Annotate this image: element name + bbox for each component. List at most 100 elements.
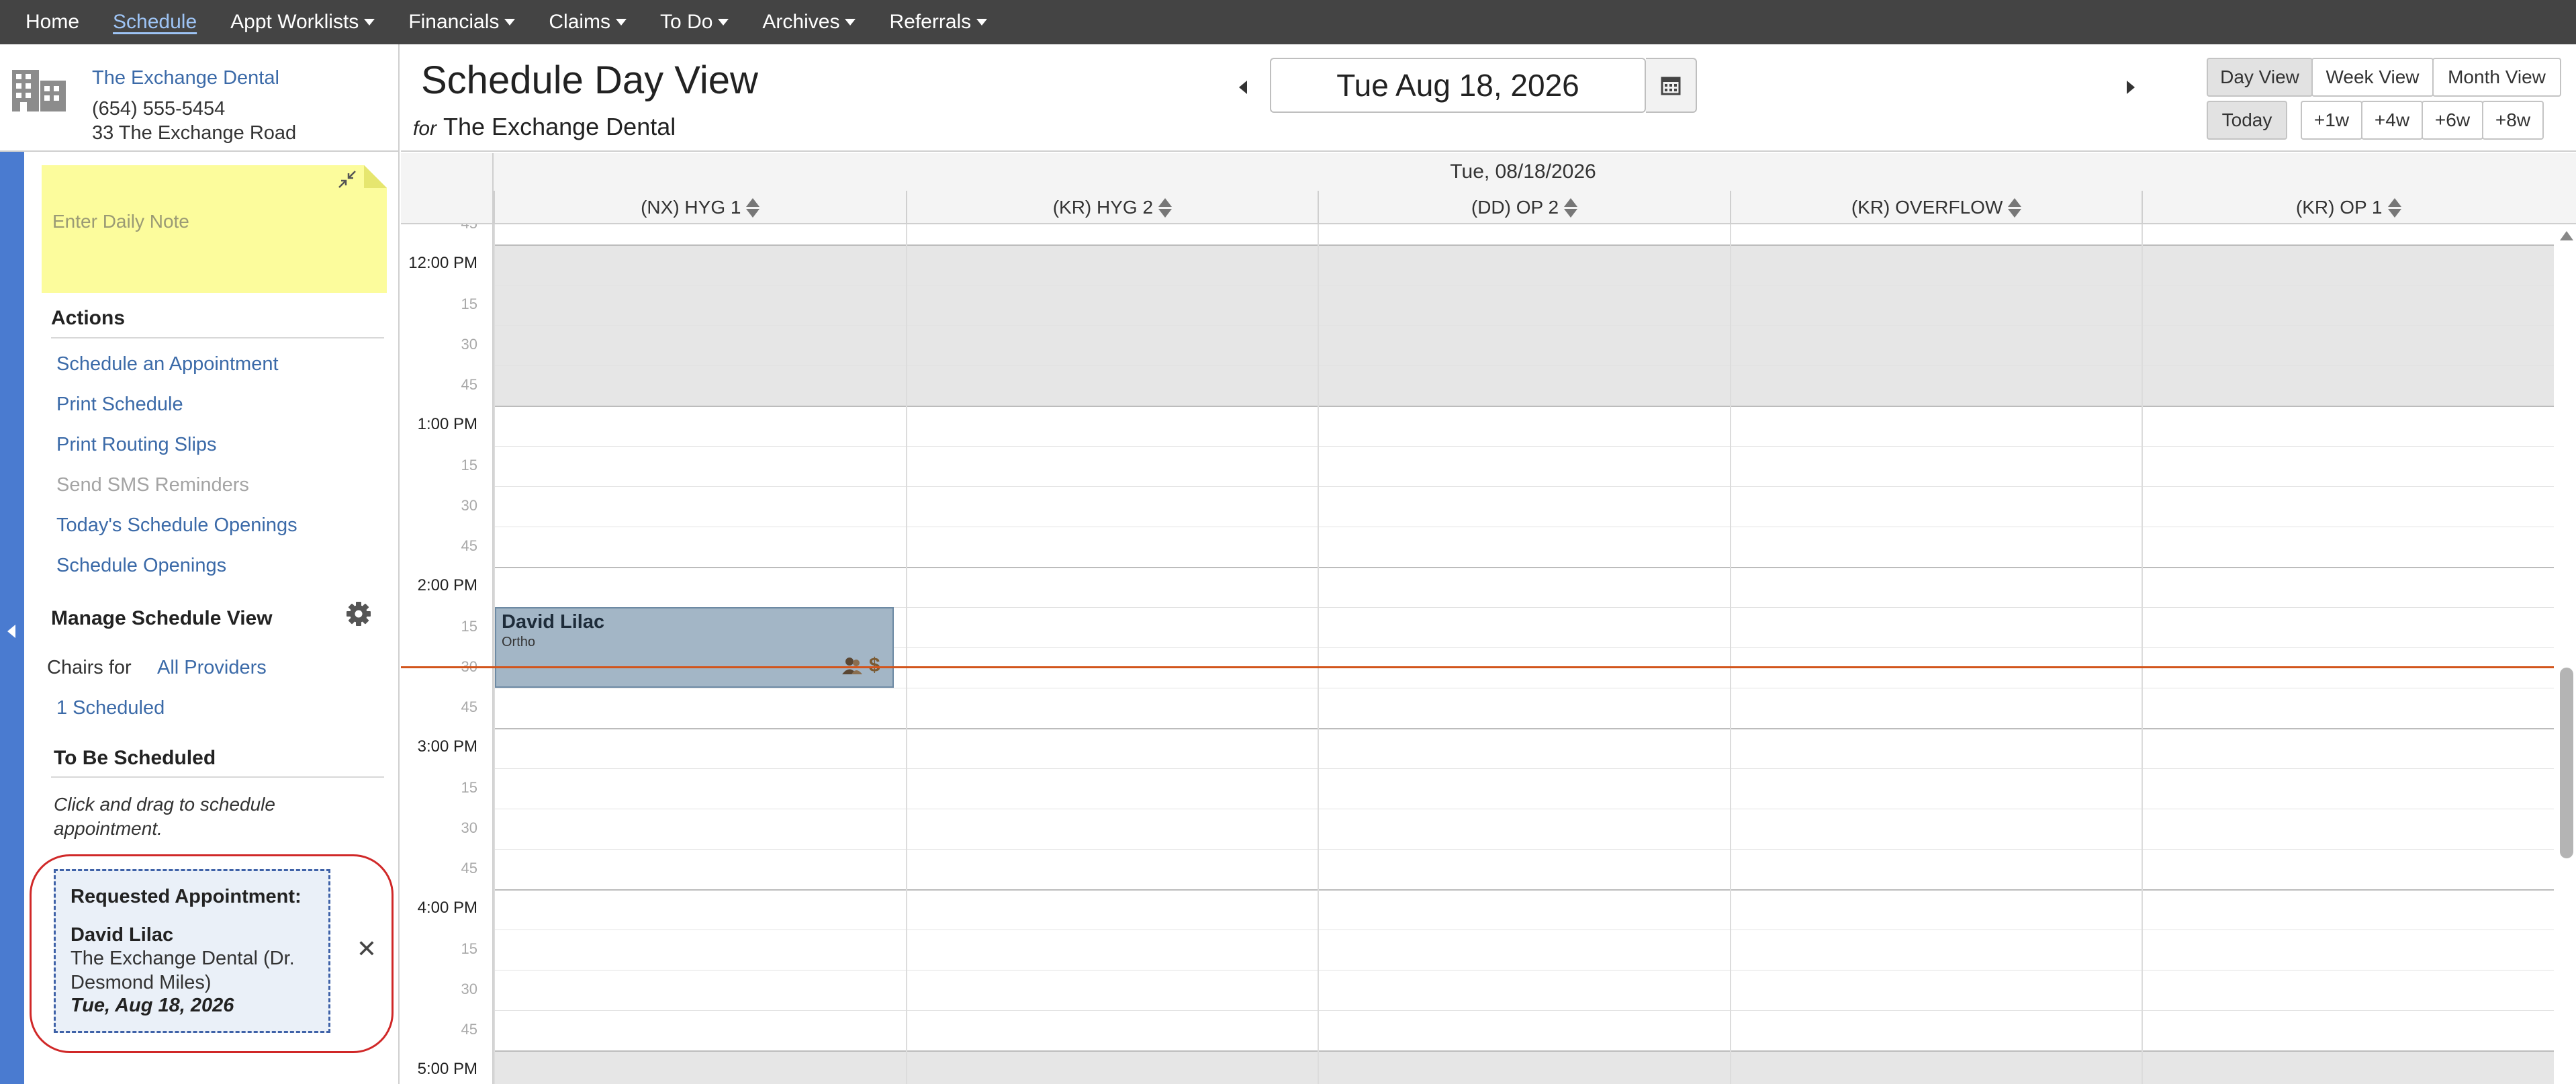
column-gridline bbox=[1729, 224, 1731, 1084]
chair-name: (KR) OVERFLOW bbox=[1851, 197, 2003, 218]
day-label: Tue, 08/18/2026 bbox=[1450, 161, 1596, 183]
hour-gridline bbox=[494, 1050, 2554, 1052]
nav-label: Archives bbox=[762, 11, 840, 33]
chair-name: (NX) HYG 1 bbox=[641, 197, 741, 218]
collapse-icon[interactable] bbox=[337, 169, 357, 189]
hour-gridline bbox=[494, 406, 2554, 407]
day-view-button[interactable]: Day View bbox=[2207, 58, 2313, 97]
month-view-button[interactable]: Month View bbox=[2432, 58, 2561, 97]
scheduled-count-link[interactable]: 1 Scheduled bbox=[56, 697, 165, 719]
chevron-right-icon bbox=[2127, 81, 2135, 94]
chair-header[interactable]: (KR) OVERFLOW bbox=[1729, 191, 2142, 224]
sort-icon[interactable] bbox=[746, 197, 760, 218]
appointment-block[interactable]: David Lilac Ortho $ bbox=[495, 607, 894, 688]
nav-archives[interactable]: Archives bbox=[762, 11, 856, 34]
quarter-gridline bbox=[494, 365, 2554, 366]
chair-header[interactable]: (KR) OP 1 bbox=[2142, 191, 2554, 224]
hour-gridline bbox=[494, 889, 2554, 891]
quarter-label: 45 bbox=[401, 365, 494, 406]
column-gridline bbox=[2142, 224, 2144, 1084]
actions-heading: Actions bbox=[51, 307, 126, 329]
chair-header[interactable]: (KR) HYG 2 bbox=[905, 191, 1318, 224]
schedule-grid: Tue, 08/18/2026 (NX) HYG 1 (KR) HYG 2 (DD)… bbox=[401, 153, 2576, 1084]
nav-home[interactable]: Home bbox=[26, 11, 79, 34]
scroll-thumb[interactable] bbox=[2560, 668, 2573, 858]
next-day-button[interactable] bbox=[2117, 74, 2144, 101]
quarter-gridline bbox=[494, 486, 2554, 487]
today-button[interactable]: Today bbox=[2207, 101, 2287, 140]
caret-down-icon bbox=[976, 19, 988, 26]
close-icon[interactable]: ✕ bbox=[355, 935, 379, 962]
jump-1w-button[interactable]: +1w bbox=[2301, 101, 2362, 140]
chair-name: (KR) OP 1 bbox=[2295, 197, 2383, 218]
quarter-label: 15 bbox=[401, 285, 494, 325]
nav-financials[interactable]: Financials bbox=[408, 11, 516, 34]
nav-appt-worklists[interactable]: Appt Worklists bbox=[230, 11, 375, 34]
todays-schedule-openings-link[interactable]: Today's Schedule Openings bbox=[56, 514, 297, 537]
jump-6w-button[interactable]: +6w bbox=[2422, 101, 2483, 140]
daily-note[interactable]: Enter Daily Note bbox=[42, 165, 387, 293]
nav-referrals[interactable]: Referrals bbox=[889, 11, 988, 34]
date-display[interactable]: Tue Aug 18, 2026 bbox=[1270, 58, 1646, 113]
divider bbox=[51, 337, 384, 338]
previous-day-button[interactable] bbox=[1230, 74, 1256, 101]
nav-label: Claims bbox=[549, 11, 611, 33]
sort-icon[interactable] bbox=[2387, 197, 2401, 218]
jump-4w-button[interactable]: +4w bbox=[2361, 101, 2423, 140]
nav-schedule[interactable]: Schedule bbox=[113, 11, 197, 34]
hour-gridline bbox=[494, 728, 2554, 729]
print-routing-slips-link[interactable]: Print Routing Slips bbox=[56, 434, 217, 456]
print-schedule-link[interactable]: Print Schedule bbox=[56, 394, 183, 416]
hour-gridline bbox=[494, 567, 2554, 568]
gear-icon[interactable] bbox=[345, 600, 372, 627]
to-be-scheduled-heading: To Be Scheduled bbox=[54, 747, 216, 769]
jump-8w-button[interactable]: +8w bbox=[2482, 101, 2544, 140]
request-date: Tue, Aug 18, 2026 bbox=[71, 995, 234, 1016]
manage-schedule-view-heading: Manage Schedule View bbox=[51, 607, 273, 629]
chevron-left-icon bbox=[1239, 81, 1247, 94]
chair-header[interactable]: (NX) HYG 1 bbox=[494, 191, 906, 224]
sort-icon[interactable] bbox=[1158, 197, 1172, 218]
unavailable-block bbox=[495, 1050, 2554, 1084]
quarter-label: 45 bbox=[401, 1010, 494, 1050]
nav-to-do[interactable]: To Do bbox=[660, 11, 729, 34]
quarter-label: 45 bbox=[401, 527, 494, 567]
week-view-button[interactable]: Week View bbox=[2311, 58, 2434, 97]
appointment-icons: $ bbox=[841, 654, 880, 676]
schedule-openings-link[interactable]: Schedule Openings bbox=[56, 555, 226, 577]
nav-label: Home bbox=[26, 11, 80, 33]
sidebar-collapse-handle[interactable] bbox=[0, 152, 24, 1084]
requested-appointment-card[interactable]: Requested Appointment: David Lilac The E… bbox=[54, 869, 330, 1033]
dollar-icon: $ bbox=[868, 654, 880, 676]
time-column-segment bbox=[401, 224, 494, 244]
request-patient-name: David Lilac bbox=[71, 924, 174, 946]
sort-icon[interactable] bbox=[1564, 197, 1578, 218]
calendar-icon bbox=[1661, 77, 1681, 95]
office-building-icon bbox=[12, 70, 66, 111]
column-gridline bbox=[1318, 224, 1320, 1084]
caret-down-icon bbox=[718, 19, 729, 26]
quarter-label: 30 bbox=[401, 970, 494, 1010]
time-column-header bbox=[401, 153, 494, 224]
calendar-picker-button[interactable] bbox=[1646, 58, 1697, 113]
nav-label: To Do bbox=[660, 11, 713, 33]
schedule-header: Schedule Day View for The Exchange Dental… bbox=[401, 44, 2576, 152]
note-fold-shadow bbox=[364, 165, 387, 188]
daily-note-placeholder: Enter Daily Note bbox=[52, 211, 189, 232]
nav-claims[interactable]: Claims bbox=[549, 11, 627, 34]
chair-header[interactable]: (DD) OP 2 bbox=[1318, 191, 1730, 224]
nav-label: Schedule bbox=[113, 11, 197, 33]
column-gridline bbox=[905, 224, 907, 1084]
practice-info: The Exchange Dental (654) 555-5454 33 Th… bbox=[0, 44, 400, 152]
quarter-label: 15 bbox=[401, 930, 494, 970]
practice-phone: (654) 555-5454 bbox=[92, 98, 226, 120]
sort-icon[interactable] bbox=[2008, 197, 2022, 218]
grid-scrollbar[interactable] bbox=[2557, 224, 2576, 1084]
scroll-up-icon[interactable] bbox=[2560, 231, 2573, 240]
schedule-appointment-link[interactable]: Schedule an Appointment bbox=[56, 353, 279, 375]
appointment-type: Ortho bbox=[502, 635, 536, 649]
quarter-gridline bbox=[494, 325, 2554, 326]
divider bbox=[51, 776, 384, 778]
providers-filter-link[interactable]: All Providers bbox=[157, 657, 267, 679]
practice-name-link[interactable]: The Exchange Dental bbox=[92, 67, 279, 89]
